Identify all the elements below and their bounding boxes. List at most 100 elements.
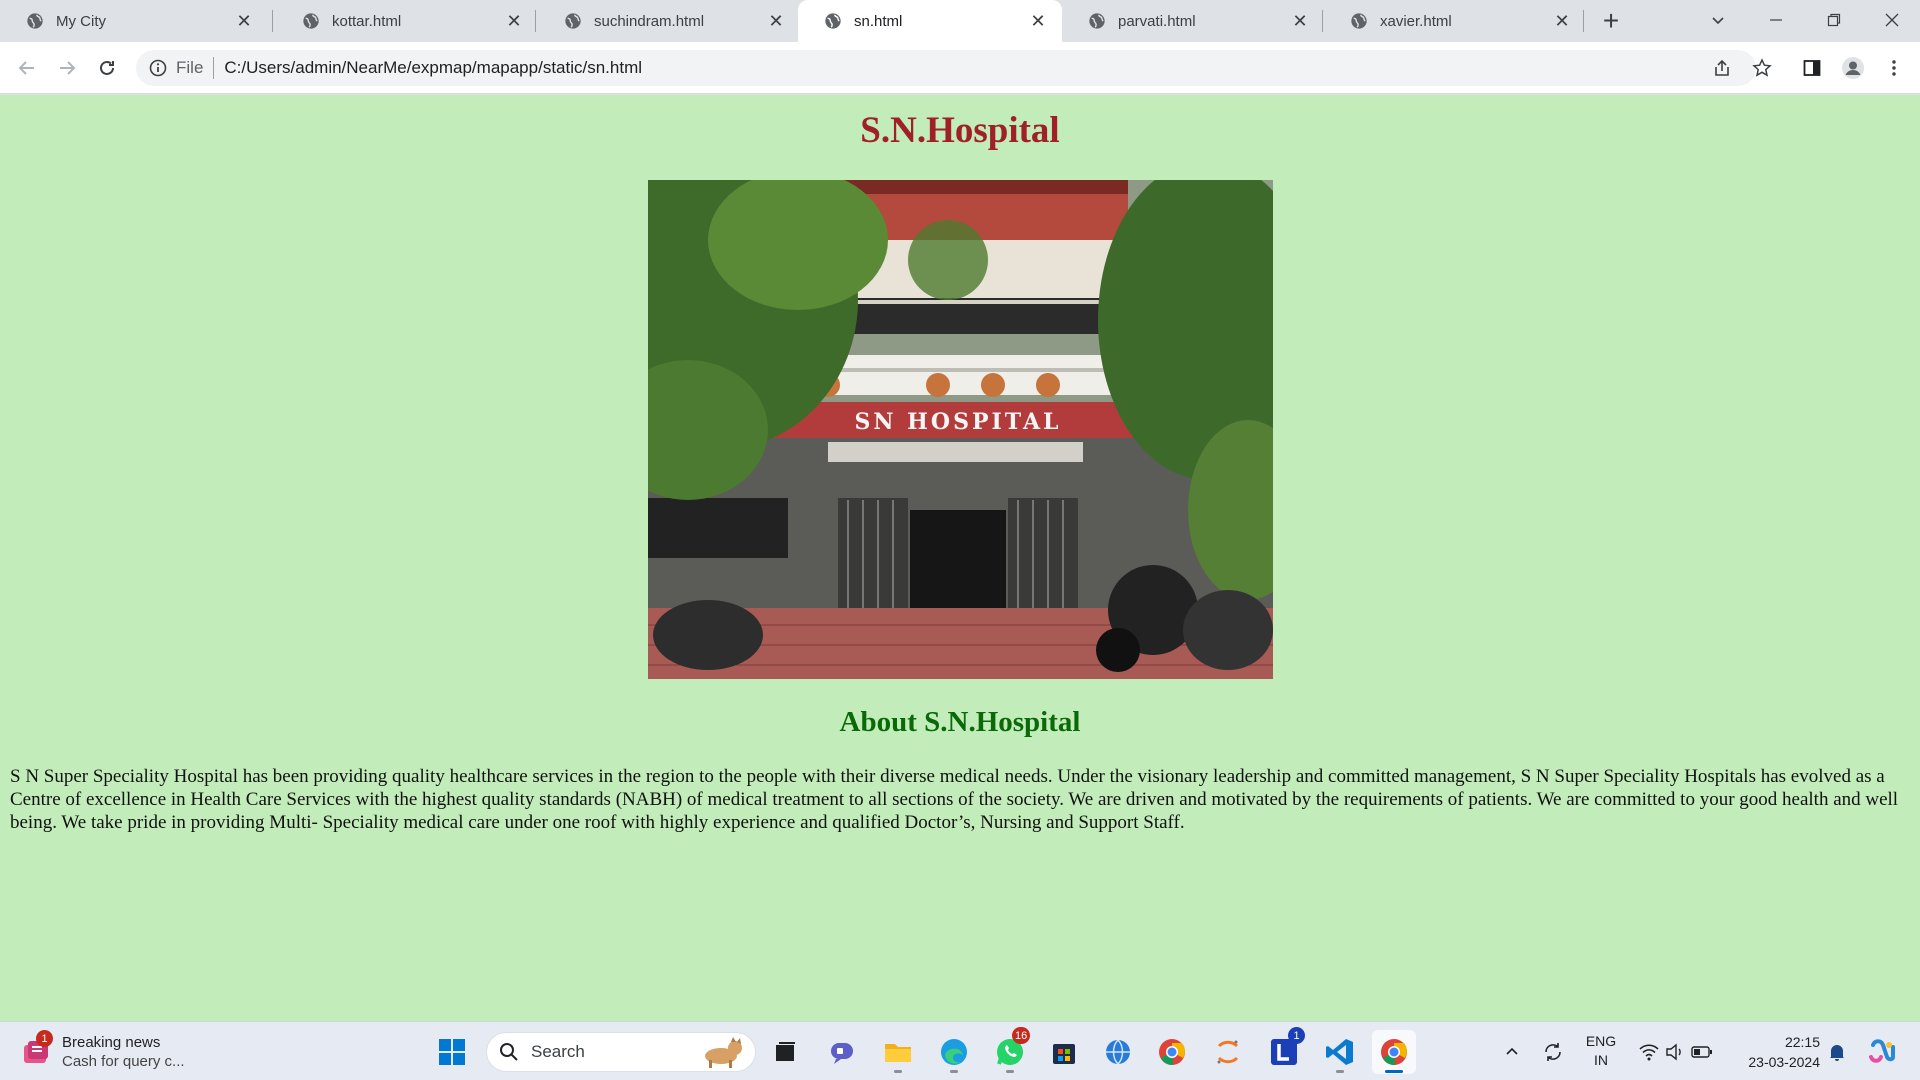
tab-xavier[interactable]: xavier.html ✕ [1324, 0, 1586, 42]
hospital-building-image: SN HOSPITAL [648, 180, 1273, 679]
news-badge: 1 [36, 1030, 53, 1047]
url-divider [213, 57, 215, 79]
search-placeholder: Search [531, 1042, 585, 1061]
kebab-menu-icon [1892, 60, 1896, 76]
copilot-button[interactable] [1862, 1022, 1902, 1080]
tab-divider [1583, 10, 1584, 32]
vscode-icon [1326, 1039, 1353, 1065]
url-text[interactable]: C:/Users/admin/NearMe/expmap/mapapp/stat… [224, 58, 642, 78]
tab-kottar[interactable]: kottar.html ✕ [276, 0, 538, 42]
minimize-button[interactable] [1750, 0, 1802, 40]
file-explorer-button[interactable] [876, 1030, 920, 1074]
close-tab-icon[interactable]: ✕ [1552, 11, 1572, 31]
whatsapp-badge: 16 [1012, 1027, 1031, 1044]
tab-label: sn.html [854, 12, 903, 30]
store-icon [1053, 1044, 1075, 1064]
news-subtitle: Cash for query c... [62, 1053, 185, 1070]
notifications-button[interactable] [1822, 1022, 1852, 1080]
taskbar-search[interactable]: Search [486, 1032, 756, 1072]
reload-button[interactable] [89, 50, 125, 86]
search-icon [500, 1043, 518, 1061]
network-globe-button[interactable] [1096, 1030, 1140, 1074]
close-window-button[interactable] [1866, 0, 1918, 40]
language-code: ENG [1585, 1033, 1617, 1049]
clock-date: 23-03-2024 [1748, 1054, 1820, 1070]
edge-icon [941, 1039, 967, 1065]
sync-tray-button[interactable] [1538, 1022, 1568, 1080]
edge-button[interactable] [932, 1030, 976, 1074]
arrow-left-icon [18, 61, 34, 75]
side-panel-button[interactable] [1794, 50, 1830, 86]
tab-search-button[interactable] [1692, 0, 1744, 40]
share-button[interactable] [1704, 50, 1740, 86]
news-title: Breaking news [62, 1034, 161, 1051]
jupyter-icon [1217, 1040, 1239, 1064]
taskbar-clock[interactable]: 22:15 23-03-2024 [1730, 1032, 1820, 1072]
page-title: S.N.Hospital [860, 110, 1060, 151]
l-app-badge: 1 [1288, 1027, 1305, 1044]
whatsapp-button[interactable]: 16 [988, 1027, 1032, 1074]
windows-logo-icon [439, 1039, 465, 1065]
chrome-pinned-button[interactable] [1150, 1030, 1194, 1074]
star-icon [1752, 58, 1772, 77]
globe-icon [1106, 1039, 1130, 1065]
close-tab-icon[interactable]: ✕ [234, 11, 254, 31]
profile-button[interactable] [1835, 50, 1871, 86]
web-page: S.N.Hospital SN HOSPITAL About S.N.Hospi… [0, 95, 1920, 1021]
vscode-button[interactable] [1318, 1030, 1362, 1074]
quick-settings-button[interactable] [1636, 1022, 1716, 1080]
bookmark-button[interactable] [1744, 50, 1780, 86]
share-icon [1715, 59, 1729, 76]
forward-button[interactable] [49, 50, 85, 86]
menu-button[interactable] [1876, 50, 1912, 86]
globe-icon [303, 13, 319, 29]
avatar-icon [1842, 57, 1864, 79]
chrome-active-button[interactable] [1372, 1030, 1416, 1074]
globe-icon [1351, 13, 1367, 29]
new-tab-button[interactable]: + [1596, 6, 1626, 36]
language-indicator[interactable]: ENG IN [1580, 1032, 1622, 1070]
clock-time: 22:15 [1784, 1034, 1820, 1050]
address-bar[interactable]: File C:/Users/admin/NearMe/expmap/mapapp… [136, 50, 1756, 86]
task-view-icon [776, 1042, 795, 1061]
tab-my-city[interactable]: My City ✕ [0, 0, 268, 42]
restore-icon [1827, 13, 1841, 27]
close-tab-icon[interactable]: ✕ [1028, 11, 1048, 31]
hospital-sign-text: SN HOSPITAL [854, 409, 1061, 435]
close-tab-icon[interactable]: ✕ [504, 11, 524, 31]
close-tab-icon[interactable]: ✕ [766, 11, 786, 31]
search-highlight-dog-icon [705, 1037, 742, 1068]
tab-suchindram[interactable]: suchindram.html ✕ [538, 0, 800, 42]
news-widget[interactable]: 1 Breaking news Cash for query c... [20, 1030, 185, 1074]
volume-icon [1666, 1043, 1681, 1060]
globe-icon [825, 13, 841, 29]
task-view-button[interactable] [763, 1030, 807, 1074]
running-indicator [894, 1070, 902, 1073]
restore-button[interactable] [1808, 0, 1860, 40]
news-icon: 1 [20, 1030, 53, 1068]
close-tab-icon[interactable]: ✕ [1290, 11, 1310, 31]
back-button[interactable] [9, 50, 45, 86]
teams-chat-button[interactable] [820, 1030, 864, 1074]
show-hidden-icons-button[interactable] [1500, 1022, 1524, 1080]
tab-label: xavier.html [1380, 12, 1452, 30]
arrow-right-icon [60, 61, 76, 75]
chevron-up-icon [1506, 1047, 1518, 1055]
chrome-icon [1159, 1039, 1185, 1066]
l-app-button[interactable]: 1 [1262, 1027, 1306, 1074]
start-button[interactable] [430, 1030, 474, 1074]
chrome-icon [1381, 1039, 1407, 1066]
tab-label: parvati.html [1118, 12, 1196, 30]
tab-strip: My City ✕ kottar.html ✕ suchindram.html … [0, 0, 1920, 42]
tab-label: suchindram.html [594, 12, 705, 30]
jupyter-button[interactable] [1206, 1030, 1250, 1074]
tab-sn-active[interactable]: sn.html ✕ [798, 0, 1062, 42]
tab-parvati[interactable]: parvati.html ✕ [1062, 0, 1324, 42]
url-scheme: File [176, 58, 204, 77]
wifi-icon [1639, 1043, 1659, 1060]
tab-divider [1322, 10, 1323, 32]
info-icon[interactable] [148, 58, 168, 78]
store-button[interactable] [1042, 1030, 1086, 1074]
globe-icon [27, 13, 43, 29]
globe-icon [1089, 13, 1105, 29]
